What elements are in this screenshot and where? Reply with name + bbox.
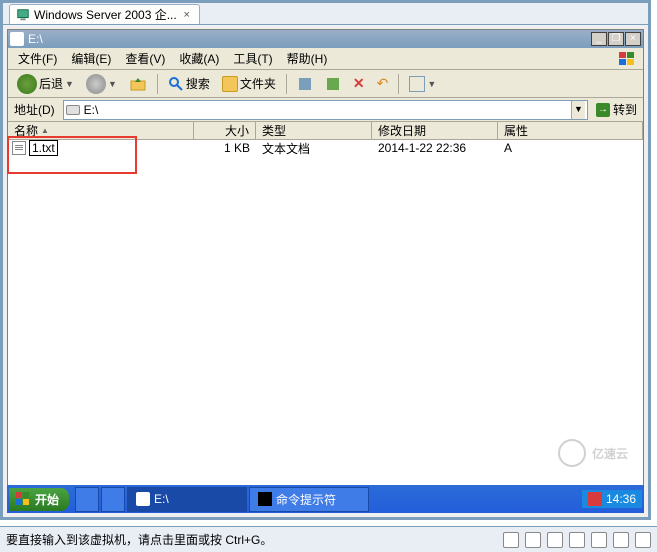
task-cmd[interactable]: 命令提示符 xyxy=(249,487,369,512)
quicklaunch-ie[interactable] xyxy=(75,487,99,512)
menu-file[interactable]: 文件(F) xyxy=(12,48,63,69)
system-tray[interactable]: 14:36 xyxy=(582,490,642,508)
drive-icon xyxy=(10,32,24,46)
vm-hint-bar: 要直接输入到该虚拟机，请点击里面或按 Ctrl+G。 xyxy=(0,526,657,552)
folder-icon xyxy=(222,76,238,92)
text-file-icon xyxy=(12,141,26,155)
address-value: E:\ xyxy=(84,103,99,117)
file-attributes: A xyxy=(498,141,643,155)
delete-button[interactable]: ✕ xyxy=(348,72,370,95)
vm-device-icon[interactable] xyxy=(635,532,651,548)
menu-help[interactable]: 帮助(H) xyxy=(281,48,334,69)
folders-button[interactable]: 文件夹 xyxy=(217,72,281,95)
vm-device-icon[interactable] xyxy=(547,532,563,548)
dropdown-icon: ▼ xyxy=(65,79,74,89)
file-type: 文本文档 xyxy=(256,140,372,157)
file-size: 1 KB xyxy=(194,141,256,155)
address-dropdown-icon[interactable]: ▼ xyxy=(571,101,585,119)
col-type[interactable]: 类型 xyxy=(256,122,372,139)
dropdown-icon: ▼ xyxy=(427,79,436,89)
col-size[interactable]: 大小 xyxy=(194,122,256,139)
vm-device-icon[interactable] xyxy=(569,532,585,548)
vm-device-icon[interactable] xyxy=(503,532,519,548)
watermark-cloud-icon xyxy=(558,439,586,467)
quicklaunch-desktop[interactable] xyxy=(101,487,125,512)
views-icon xyxy=(409,76,425,92)
taskbar: 开始 E:\ 命令提示符 14:36 xyxy=(7,485,644,513)
back-icon xyxy=(17,74,37,94)
vm-tab-title: Windows Server 2003 企... xyxy=(34,6,177,23)
vm-tab[interactable]: Windows Server 2003 企... × xyxy=(9,4,200,24)
drive-icon xyxy=(66,105,80,115)
column-headers: 名称 ▲ 大小 类型 修改日期 属性 xyxy=(8,122,643,140)
tool-icon-1[interactable] xyxy=(292,73,318,95)
search-icon xyxy=(168,76,184,92)
toolbar: 后退 ▼ ▼ 搜索 文件夹 ✕ ↶ xyxy=(8,70,643,98)
up-button[interactable] xyxy=(124,72,152,96)
explorer-window: E:\ _ ❐ × 文件(F) 编辑(E) 查看(V) 收藏(A) 工具(T) … xyxy=(7,29,644,507)
col-modified[interactable]: 修改日期 xyxy=(372,122,498,139)
col-attributes[interactable]: 属性 xyxy=(498,122,643,139)
vm-tab-close-icon[interactable]: × xyxy=(181,9,193,21)
watermark: 亿速云 xyxy=(558,439,628,467)
forward-button[interactable]: ▼ xyxy=(81,71,122,97)
col-name[interactable]: 名称 ▲ xyxy=(8,122,194,139)
views-button[interactable]: ▼ xyxy=(404,73,441,95)
security-shield-icon[interactable] xyxy=(588,492,602,506)
undo-button[interactable]: ↶ xyxy=(372,72,394,95)
menu-tools[interactable]: 工具(T) xyxy=(227,48,278,69)
undo-icon: ↶ xyxy=(377,75,389,92)
back-button[interactable]: 后退 ▼ xyxy=(12,71,79,97)
file-row[interactable]: 1.txt 1 KB 文本文档 2014-1-22 22:36 A xyxy=(8,140,643,156)
clock: 14:36 xyxy=(606,492,636,506)
windows-logo-icon xyxy=(15,491,31,507)
vm-device-icon[interactable] xyxy=(591,532,607,548)
monitor-icon xyxy=(16,8,30,22)
address-input[interactable]: E:\ ▼ xyxy=(63,100,588,120)
vm-tabbar: Windows Server 2003 企... × xyxy=(3,3,648,25)
address-label: 地址(D) xyxy=(10,101,59,118)
file-modified: 2014-1-22 22:36 xyxy=(372,141,498,155)
vm-device-icon[interactable] xyxy=(613,532,629,548)
close-button[interactable]: × xyxy=(625,32,641,46)
menu-view[interactable]: 查看(V) xyxy=(119,48,171,69)
vm-device-icon[interactable] xyxy=(525,532,541,548)
addressbar: 地址(D) E:\ ▼ → 转到 xyxy=(8,98,643,122)
dropdown-icon: ▼ xyxy=(108,79,117,89)
go-arrow-icon: → xyxy=(596,103,610,117)
go-button[interactable]: → 转到 xyxy=(592,101,641,118)
sort-asc-icon: ▲ xyxy=(41,126,49,135)
explorer-title: E:\ xyxy=(28,32,43,46)
tool-icon-2[interactable] xyxy=(320,73,346,95)
folder-up-icon xyxy=(129,75,147,93)
drive-icon xyxy=(136,492,150,506)
menubar: 文件(F) 编辑(E) 查看(V) 收藏(A) 工具(T) 帮助(H) xyxy=(8,48,643,70)
hint-text: 要直接输入到该虚拟机，请点击里面或按 Ctrl+G。 xyxy=(6,531,272,548)
menu-favorites[interactable]: 收藏(A) xyxy=(173,48,225,69)
file-list[interactable]: 名称 ▲ 大小 类型 修改日期 属性 1.txt 1 KB 文本文档 xyxy=(8,122,643,505)
task-explorer[interactable]: E:\ xyxy=(127,487,247,512)
menu-edit[interactable]: 编辑(E) xyxy=(65,48,117,69)
explorer-titlebar[interactable]: E:\ _ ❐ × xyxy=(8,30,643,48)
restore-button[interactable]: ❐ xyxy=(608,32,624,46)
start-button[interactable]: 开始 xyxy=(9,488,69,511)
forward-icon xyxy=(86,74,106,94)
search-button[interactable]: 搜索 xyxy=(163,72,215,95)
delete-x-icon: ✕ xyxy=(353,75,365,92)
windows-flag-icon xyxy=(617,50,639,68)
filename-edit[interactable]: 1.txt xyxy=(29,140,58,156)
cmd-icon xyxy=(258,492,272,506)
minimize-button[interactable]: _ xyxy=(591,32,607,46)
